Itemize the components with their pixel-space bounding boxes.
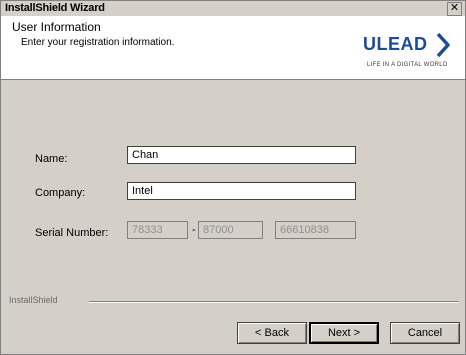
name-label: Name: [35,153,68,165]
logo-chevron-icon [436,32,450,58]
serial-separator: - [192,224,196,236]
name-field[interactable]: Chan [127,146,356,164]
branding-divider [89,301,459,303]
serial-number-part1[interactable]: 78333 [127,221,188,239]
ulead-logo: ULEAD LIFE IN A DIGITAL WORLD [363,26,455,76]
window-title: InstallShield Wizard [5,2,105,14]
next-button[interactable]: Next > [309,322,379,344]
wizard-header: User Information Enter your registration… [1,16,465,80]
serial-number-part2[interactable]: 87000 [198,221,263,239]
close-icon[interactable]: ✕ [447,2,462,16]
serial-number-label: Serial Number: [35,227,109,239]
installer-window: InstallShield Wizard ✕ User Information … [0,0,466,355]
installshield-branding: InstallShield [9,295,459,307]
company-field[interactable]: Intel [127,182,356,200]
page-title: User Information [12,20,101,34]
company-label: Company: [35,187,86,199]
page-subtitle: Enter your registration information. [21,37,175,48]
title-bar[interactable]: InstallShield Wizard ✕ [1,1,465,16]
logo-tagline: LIFE IN A DIGITAL WORLD [367,62,448,68]
back-button[interactable]: < Back [237,322,307,344]
serial-number-part3[interactable]: 66610838 [275,221,356,239]
cancel-button[interactable]: Cancel [390,322,460,344]
logo-wordmark: ULEAD [363,34,428,54]
branding-text: InstallShield [9,295,62,305]
